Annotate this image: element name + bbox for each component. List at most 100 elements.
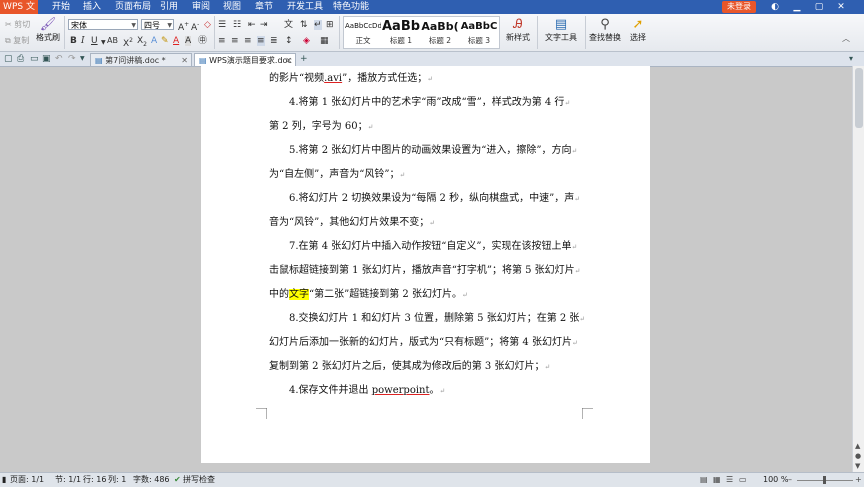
line-spacing-icon[interactable]: ↕: [285, 36, 293, 46]
print-icon[interactable]: ⎙: [17, 53, 24, 65]
tab-document-1[interactable]: ▤ 第7问讲稿.doc * ✕: [90, 53, 192, 66]
copy-button[interactable]: ⧉ 复制: [5, 36, 29, 46]
zoom-in-icon[interactable]: +: [855, 473, 862, 487]
skin-icon[interactable]: ◐: [766, 0, 784, 14]
close-icon[interactable]: ✕: [832, 0, 850, 14]
status-spell-check[interactable]: 拼写检查: [183, 473, 215, 487]
bullet-list-icon[interactable]: ☰: [218, 20, 226, 30]
app-menu-button[interactable]: WPS 文字: [0, 0, 38, 26]
new-doc-icon[interactable]: ▢: [4, 53, 13, 65]
font-color-icon[interactable]: A: [173, 36, 179, 46]
font-name-select[interactable]: 宋体 ▼: [68, 19, 138, 30]
prev-page-icon[interactable]: ▲: [855, 442, 860, 450]
text-tools-button[interactable]: ▤ 文字工具: [541, 17, 581, 44]
grow-font-icon[interactable]: A+: [178, 20, 189, 33]
font-size-select[interactable]: 四号 ▼: [141, 19, 174, 30]
align-right-icon[interactable]: ≡: [244, 36, 252, 46]
menu-home[interactable]: 开始: [52, 0, 70, 14]
style-normal[interactable]: AaBbCcDd 正文: [345, 17, 381, 48]
style-heading-2[interactable]: AaBb( 标题 2: [421, 17, 459, 48]
page-view-icon[interactable]: ▤: [700, 473, 708, 487]
menu-developer[interactable]: 开发工具: [287, 0, 323, 14]
web-view-icon[interactable]: ▦: [713, 473, 721, 487]
zoom-level[interactable]: 100 %: [763, 473, 788, 487]
menu-review[interactable]: 审阅: [192, 0, 210, 14]
document-paragraph[interactable]: 中的文字“第二张”超链接到第 2 张幻灯片。↵: [269, 289, 583, 301]
menu-chapter[interactable]: 章节: [255, 0, 273, 14]
chinese-layout-icon[interactable]: 文: [284, 20, 293, 30]
menu-page-layout[interactable]: 页面布局: [115, 0, 151, 14]
chevron-down-icon[interactable]: ▼: [80, 53, 85, 65]
restore-icon[interactable]: ▢: [810, 0, 828, 14]
redo-icon[interactable]: ↷: [68, 53, 76, 65]
document-paragraph[interactable]: 4.保存文件并退出 powerpoint。↵: [269, 385, 583, 397]
outline-view-icon[interactable]: ☰: [726, 473, 733, 487]
show-marks-icon[interactable]: ↵: [314, 20, 322, 30]
status-page[interactable]: 页面: 1/1: [10, 473, 44, 487]
style-heading-1[interactable]: AaBb 标题 1: [382, 17, 420, 48]
enclose-char-icon[interactable]: ㊥: [198, 36, 207, 46]
next-page-icon[interactable]: ▼: [855, 462, 860, 470]
minimize-icon[interactable]: ▁: [788, 0, 806, 14]
menu-insert[interactable]: 插入: [83, 0, 101, 14]
document-paragraph[interactable]: 击鼠标超链接到第 1 张幻灯片，播放声音“打字机”；将第 5 张幻灯片↵: [269, 265, 583, 277]
underline-icon[interactable]: U: [91, 36, 98, 46]
subscript-icon[interactable]: X2: [137, 36, 147, 50]
align-justify-icon[interactable]: ≡: [257, 36, 265, 46]
tab-list-icon[interactable]: ▾: [849, 53, 853, 65]
find-replace-button[interactable]: ⚲ 查找替换: [587, 17, 623, 44]
char-shading-icon[interactable]: A: [185, 36, 192, 46]
text-effect-icon[interactable]: A: [151, 36, 157, 46]
character-border-icon[interactable]: AB: [107, 36, 118, 46]
scrollbar-thumb[interactable]: [855, 68, 863, 128]
collapse-ribbon-icon[interactable]: ︿: [842, 34, 850, 44]
shrink-font-icon[interactable]: A-: [191, 20, 199, 33]
distribute-icon[interactable]: ≣: [270, 36, 278, 46]
cut-button[interactable]: ✂ 剪切: [5, 20, 30, 30]
zoom-out-icon[interactable]: –: [788, 473, 792, 487]
open-folder-icon[interactable]: ▭: [30, 53, 39, 65]
new-style-button[interactable]: Ꭿ 新样式: [503, 17, 533, 44]
menu-special[interactable]: 特色功能: [333, 0, 369, 14]
superscript-icon[interactable]: X2: [123, 36, 133, 49]
menu-reference[interactable]: 引用: [160, 0, 178, 14]
save-icon[interactable]: ▣: [42, 53, 51, 65]
document-paragraph[interactable]: 的影片“视频.avi”，播放方式任选；↵: [269, 73, 583, 85]
menu-view[interactable]: 视图: [223, 0, 241, 14]
document-paragraph[interactable]: 第 2 列，字号为 60；↵: [269, 121, 583, 133]
document-paragraph[interactable]: 幻灯片后添加一张新的幻灯片，版式为“只有标题”；将第 4 张幻灯片↵: [269, 337, 583, 349]
select-browse-icon[interactable]: ●: [855, 452, 861, 460]
document-paragraph[interactable]: 7.在第 4 张幻灯片中插入动作按钮“自定义”，实现在该按钮上单↵: [269, 241, 583, 253]
undo-icon[interactable]: ↶: [55, 53, 63, 65]
document-page[interactable]: 的影片“视频.avi”，播放方式任选；↵ 4.将第 1 张幻灯片中的艺术字“雨”改…: [201, 66, 650, 463]
numbered-list-icon[interactable]: ☷: [233, 20, 241, 30]
document-paragraph[interactable]: 4.将第 1 张幻灯片中的艺术字“雨”改成“雪”，样式改为第 4 行↵: [269, 97, 583, 109]
tab-document-2[interactable]: ▤ WPS演示题目要求.doc ✕: [194, 53, 296, 66]
status-word-count[interactable]: 字数: 486: [133, 473, 170, 487]
align-left-icon[interactable]: ≡: [218, 36, 226, 46]
zoom-slider-handle[interactable]: [823, 476, 826, 484]
increase-indent-icon[interactable]: ⇥: [260, 20, 268, 30]
align-center-icon[interactable]: ≡: [231, 36, 239, 46]
document-paragraph[interactable]: 5.将第 2 张幻灯片中图片的动画效果设置为“进入，擦除”，方向↵: [269, 145, 583, 157]
login-button[interactable]: 未登录: [722, 1, 756, 13]
document-paragraph[interactable]: 复制到第 2 张幻灯片之后，使其成为修改后的第 3 张幻灯片；↵: [269, 361, 583, 373]
table-icon[interactable]: ⊞: [326, 20, 334, 30]
border-icon[interactable]: ▦: [320, 36, 329, 46]
document-paragraph[interactable]: 6.将幻灯片 2 切换效果设为“每隔 2 秒，纵向棋盘式，中速”，声↵: [269, 193, 583, 205]
new-tab-icon[interactable]: +: [300, 53, 308, 65]
chevron-down-icon[interactable]: ▼: [101, 38, 106, 48]
close-icon[interactable]: ✕: [181, 54, 188, 67]
shading-icon[interactable]: ◈: [303, 36, 310, 46]
clear-format-icon[interactable]: ◇: [204, 20, 211, 30]
style-heading-3[interactable]: AaBbC 标题 3: [460, 17, 498, 48]
document-paragraph[interactable]: 8.交换幻灯片 1 和幻灯片 3 位置，删除第 5 张幻灯片；在第 2 张↵: [269, 313, 585, 325]
select-button[interactable]: ➚ 选择: [626, 17, 650, 44]
format-painter-button[interactable]: 🖌 格式刷: [35, 17, 61, 44]
bold-icon[interactable]: B: [70, 36, 77, 46]
document-paragraph[interactable]: 音为“风铃”，其他幻灯片效果不变；↵: [269, 217, 583, 229]
sort-icon[interactable]: ⇅: [300, 20, 308, 30]
decrease-indent-icon[interactable]: ⇤: [248, 20, 256, 30]
reading-view-icon[interactable]: ▭: [739, 473, 747, 487]
highlight-icon[interactable]: ✎: [161, 36, 169, 46]
